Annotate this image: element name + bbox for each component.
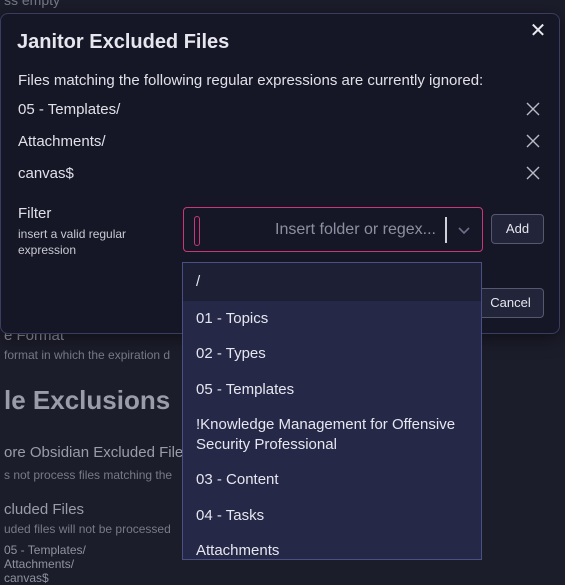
bg-excluded-list: 05 - Templates/ Attachments/ canvas$ <box>4 543 86 585</box>
remove-entry-icon[interactable] <box>524 132 542 150</box>
filter-description: insert a valid regular expression <box>18 227 127 257</box>
excluded-entry-label: canvas$ <box>18 165 74 182</box>
dropdown-option[interactable]: 01 - Topics <box>183 309 481 329</box>
bg-excluded-item: 05 - Templates/ <box>4 543 86 557</box>
dropdown-option[interactable]: / <box>183 263 481 301</box>
bg-section-heading: le Exclusions <box>4 385 171 415</box>
bg-excluded-item: canvas$ <box>4 571 49 585</box>
close-icon[interactable]: ✕ <box>527 20 549 42</box>
cancel-button[interactable]: Cancel <box>477 288 544 318</box>
bg-setting-desc: ss empty <box>4 0 61 8</box>
dropdown-option[interactable]: Attachments <box>183 541 481 559</box>
bg-excluded-item: Attachments/ <box>4 557 75 571</box>
dropdown-option[interactable]: !Knowledge Management for Offensive Secu… <box>183 415 481 455</box>
dropdown-option[interactable]: 02 - Types <box>183 344 481 364</box>
bg-excluded-desc: uded files will not be processed <box>4 522 171 536</box>
remove-entry-icon[interactable] <box>524 164 542 182</box>
dropdown-option[interactable]: 05 - Templates <box>183 380 481 400</box>
filter-combobox[interactable] <box>183 207 483 252</box>
dropdown-option[interactable]: 03 - Content <box>183 470 481 490</box>
filter-label: Filter <box>18 205 52 222</box>
excluded-entry-label: Attachments/ <box>18 133 106 150</box>
bg-ignore-label: ore Obsidian Excluded File <box>4 444 184 461</box>
dropdown-option[interactable]: 04 - Tasks <box>183 506 481 526</box>
excluded-entry-label: 05 - Templates/ <box>18 101 121 118</box>
excluded-entry: canvas$ <box>18 162 548 186</box>
bg-date-format-desc: format in which the expiration d <box>4 348 171 362</box>
modal-description: Files matching the following regular exp… <box>18 72 484 89</box>
filter-input[interactable] <box>206 216 438 244</box>
bg-excluded-label: cluded Files <box>4 501 85 518</box>
add-button[interactable]: Add <box>491 214 544 244</box>
separator <box>445 217 447 243</box>
remove-entry-icon[interactable] <box>524 100 542 118</box>
bg-ignore-desc: s not process files matching the <box>4 468 173 482</box>
excluded-entry: 05 - Templates/ <box>18 98 548 122</box>
excluded-entry: Attachments/ <box>18 130 548 154</box>
filter-dropdown-menu: / 01 - Topics 02 - Types 05 - Templates … <box>182 262 482 560</box>
chevron-down-icon[interactable] <box>456 222 472 238</box>
modal-title: Janitor Excluded Files <box>17 31 230 53</box>
text-cursor <box>194 216 200 246</box>
